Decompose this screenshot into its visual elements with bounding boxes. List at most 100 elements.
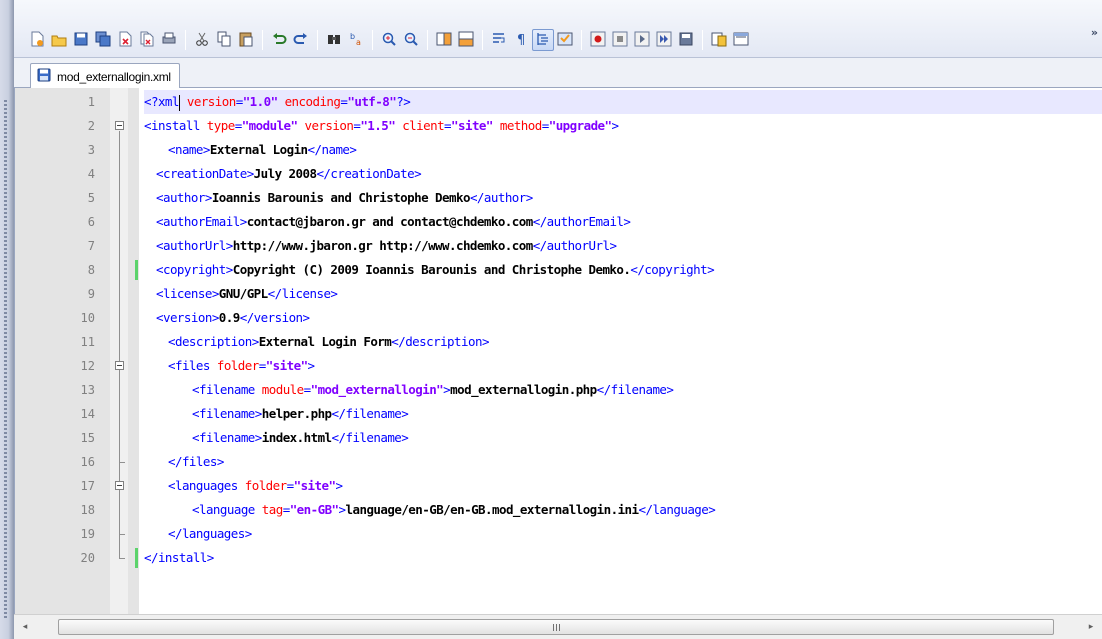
tab-bar: mod_externallogin.xml (14, 58, 1102, 89)
toolbar-separator (427, 30, 428, 50)
word-wrap-button[interactable] (488, 29, 510, 51)
playback-macro-icon (633, 30, 651, 51)
run-macro-multiple-button[interactable] (653, 29, 675, 51)
scrollbar-thumb[interactable] (58, 619, 1054, 635)
paste-button[interactable] (235, 29, 257, 51)
document-map-button[interactable] (708, 29, 730, 51)
code-line[interactable]: </languages> (144, 522, 1102, 546)
find-button[interactable] (323, 29, 345, 51)
save-all-button[interactable] (92, 29, 114, 51)
svg-text:a: a (356, 38, 361, 47)
toolbar-separator (317, 30, 318, 50)
code-line[interactable]: </files> (144, 450, 1102, 474)
user-language-button[interactable] (554, 29, 576, 51)
toolbar-separator (702, 30, 703, 50)
stop-recording-icon (611, 30, 629, 51)
change-marker (135, 548, 138, 568)
fold-toggle-icon[interactable] (115, 121, 124, 130)
function-list-button[interactable] (730, 29, 752, 51)
show-all-characters-button[interactable]: ¶ (510, 29, 532, 51)
main-toolbar: b a ¶ » (14, 0, 1102, 58)
code-line-text: <install type="module" version="1.5" cli… (144, 118, 619, 133)
code-line[interactable]: <languages folder="site"> (144, 474, 1102, 498)
toolbar-separator (372, 30, 373, 50)
line-number: 16 (80, 455, 95, 469)
redo-button[interactable] (290, 29, 312, 51)
code-line-text: <authorEmail>contact@jbaron.gr and conta… (156, 214, 631, 229)
code-line[interactable]: <creationDate>July 2008</creationDate> (144, 162, 1102, 186)
close-icon (116, 30, 134, 51)
code-line[interactable]: <filename>index.html</filename> (144, 426, 1102, 450)
line-number: 11 (80, 335, 95, 349)
sync-horizontal-icon (457, 30, 475, 51)
save-macro-button[interactable] (675, 29, 697, 51)
indent-guide-button[interactable] (532, 29, 554, 51)
tab-mod-externallogin[interactable]: mod_externallogin.xml (30, 63, 180, 89)
code-line[interactable]: <authorUrl>http://www.jbaron.gr http://w… (144, 234, 1102, 258)
print-button[interactable] (158, 29, 180, 51)
close-all-button[interactable] (136, 29, 158, 51)
close-button[interactable] (114, 29, 136, 51)
toolbar-overflow-button[interactable]: » (1091, 26, 1098, 39)
run-macro-multiple-icon (655, 30, 673, 51)
line-number: 3 (87, 143, 95, 157)
record-macro-button[interactable] (587, 29, 609, 51)
thumb-grip-icon (552, 623, 560, 631)
fold-toggle-icon[interactable] (115, 481, 124, 490)
save-button[interactable] (70, 29, 92, 51)
undo-icon (270, 30, 288, 51)
code-text-area[interactable]: <?xml version="1.0" encoding="utf-8"?> <i… (144, 88, 1102, 614)
sync-vertical-icon (435, 30, 453, 51)
code-line[interactable]: <language tag="en-GB">language/en-GB/en-… (144, 498, 1102, 522)
find-icon (325, 30, 343, 51)
document-map-icon (710, 30, 728, 51)
code-line[interactable]: <authorEmail>contact@jbaron.gr and conta… (144, 210, 1102, 234)
zoom-out-button[interactable] (400, 29, 422, 51)
code-line[interactable]: <?xml version="1.0" encoding="utf-8"?> (144, 90, 1102, 114)
user-language-icon (556, 30, 574, 51)
code-line-text: <?xml version="1.0" encoding="utf-8"?> (144, 94, 411, 111)
code-line[interactable]: </install> (144, 546, 1102, 570)
line-number: 20 (80, 551, 95, 565)
undo-button[interactable] (268, 29, 290, 51)
cut-button[interactable] (191, 29, 213, 51)
line-number: 7 (87, 239, 95, 253)
fold-toggle-icon[interactable] (115, 361, 124, 370)
code-line[interactable]: <author>Ioannis Barounis and Christophe … (144, 186, 1102, 210)
word-wrap-icon (490, 30, 508, 51)
scroll-left-arrow[interactable]: ◂ (18, 620, 32, 634)
scroll-right-arrow[interactable]: ▸ (1084, 620, 1098, 634)
zoom-in-button[interactable] (378, 29, 400, 51)
svg-text:¶: ¶ (517, 33, 525, 48)
sync-horizontal-button[interactable] (455, 29, 477, 51)
code-line[interactable]: <install type="module" version="1.5" cli… (144, 114, 1102, 138)
code-line[interactable]: <name>External Login</name> (144, 138, 1102, 162)
copy-button[interactable] (213, 29, 235, 51)
open-file-button[interactable] (48, 29, 70, 51)
splitter-grip[interactable] (4, 100, 7, 620)
new-file-button[interactable] (26, 29, 48, 51)
code-editor[interactable]: 1 2 3 4 5 6 7 8 9 10 11 12 13 14 15 16 17 18 19 20 <?xml ve… (14, 88, 1102, 614)
code-line[interactable]: <files folder="site"> (144, 354, 1102, 378)
code-line[interactable]: <filename module="mod_externallogin">mod… (144, 378, 1102, 402)
replace-button[interactable]: ba (345, 29, 367, 51)
toolbar-separator (185, 30, 186, 50)
code-line-text: <name>External Login</name> (168, 142, 357, 157)
playback-macro-button[interactable] (631, 29, 653, 51)
line-number: 18 (80, 503, 95, 517)
code-line[interactable]: <filename>helper.php</filename> (144, 402, 1102, 426)
text-caret (178, 94, 180, 111)
code-line[interactable]: <license>GNU/GPL</license> (144, 282, 1102, 306)
sync-vertical-button[interactable] (433, 29, 455, 51)
replace-icon: ba (347, 30, 365, 51)
code-line[interactable]: <description>External Login Form</descri… (144, 330, 1102, 354)
code-line[interactable]: <version>0.9</version> (144, 306, 1102, 330)
code-line[interactable]: <copyright>Copyright (C) 2009 Ioannis Ba… (144, 258, 1102, 282)
stop-recording-button[interactable] (609, 29, 631, 51)
horizontal-scrollbar[interactable]: ◂ ▸ (14, 614, 1102, 639)
